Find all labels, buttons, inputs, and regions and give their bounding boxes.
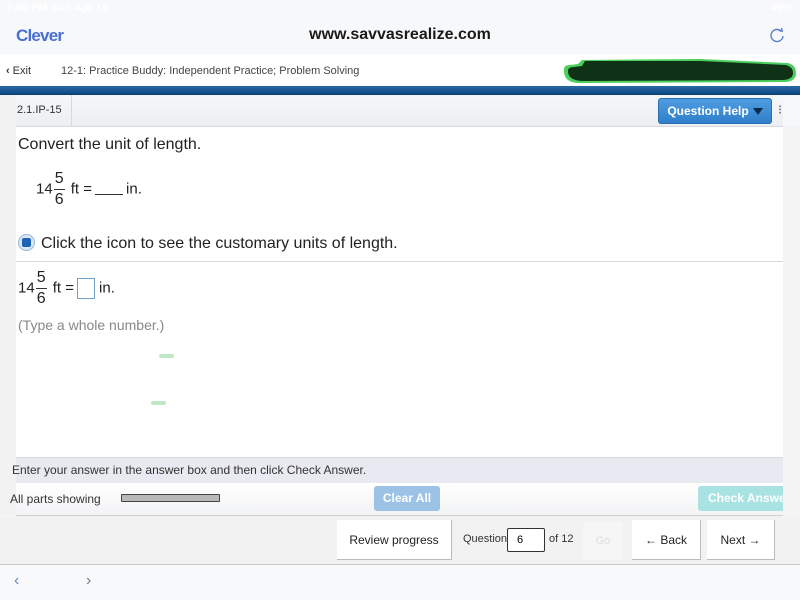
question-total: of 12 (549, 533, 574, 545)
fraction-numerator: 5 (36, 269, 46, 286)
browser-back-icon[interactable]: ‹ (14, 572, 19, 590)
section-divider (16, 261, 783, 262)
caret-down-icon (752, 108, 763, 116)
question-content: Convert the unit of length. 14 5 6 ft = in.… (16, 127, 783, 457)
question-id: 2.1.IP-15 (16, 95, 72, 126)
problem-equation: 14 5 6 ft = in. (36, 171, 142, 208)
clear-all-button[interactable]: Clear All (374, 486, 440, 511)
exit-label: Exit (12, 65, 32, 77)
question-number-input[interactable] (507, 528, 545, 552)
left-gutter (0, 95, 16, 515)
question-label: Question (463, 533, 508, 545)
to-unit: in. (126, 180, 142, 198)
fraction-numerator: 5 (54, 170, 64, 187)
redaction-mark (563, 59, 796, 83)
fraction-denominator: 6 (35, 288, 47, 307)
right-gutter (783, 126, 800, 516)
answer-input[interactable] (77, 278, 96, 299)
exit-button[interactable]: ‹ Exit (6, 65, 31, 77)
from-unit: ft = (52, 279, 75, 297)
browser-bottom-bar: ‹ › (0, 565, 800, 600)
to-unit: in. (99, 279, 115, 297)
from-unit: ft = (70, 180, 93, 198)
next-button[interactable]: Next → (707, 520, 775, 560)
reload-icon[interactable] (768, 26, 786, 44)
reference-icon[interactable] (18, 234, 35, 251)
back-button[interactable]: ← Back (632, 520, 701, 560)
mixed-whole: 14 (36, 180, 53, 198)
question-instruction: Convert the unit of length. (18, 136, 202, 153)
question-nav-bar: Review progress Question of 12 Go ← Back… (0, 516, 800, 565)
parts-progress-bar (121, 494, 220, 502)
answer-format-hint: (Type a whole number.) (18, 317, 165, 333)
review-progress-button[interactable]: Review progress (337, 520, 452, 560)
question-help-button[interactable]: Question Help (658, 98, 772, 124)
instruction-bar: Enter your answer in the answer box and … (12, 457, 783, 484)
blank-line (95, 194, 124, 196)
units-hint-link[interactable]: Click the icon to see the customary unit… (18, 234, 398, 253)
go-button[interactable]: Go (583, 522, 623, 560)
answer-equation: 14 5 6 ft = in. (18, 270, 115, 307)
instruction-text: Enter your answer in the answer box and … (12, 463, 367, 477)
mixed-whole: 14 (18, 279, 35, 297)
highlight-mark (159, 354, 174, 358)
status-battery: 46% (769, 2, 792, 14)
question-header: 2.1.IP-15 Question Help ⁝ (16, 95, 783, 127)
breadcrumb: 12-1: Practice Buddy: Independent Practi… (61, 65, 360, 77)
header-divider (0, 86, 800, 95)
hint-text: Click the icon to see the customary unit… (41, 235, 398, 252)
parts-bar: All parts showing Clear All Check Answer (10, 483, 783, 516)
parts-label: All parts showing (10, 492, 101, 506)
address-bar[interactable]: www.savvasrealize.com (0, 26, 800, 44)
browser-toolbar: Clever www.savvasrealize.com (0, 18, 800, 54)
question-help-label: Question Help (667, 104, 749, 118)
fraction-denominator: 6 (53, 189, 65, 208)
status-bar: 7:40 PM Sun Apr 18 46% (0, 0, 800, 18)
fraction: 56 (35, 269, 47, 307)
fraction: 56 (53, 170, 65, 208)
chevron-left-icon: ‹ (6, 65, 10, 77)
browser-forward-icon[interactable]: › (86, 572, 91, 590)
check-answer-button[interactable]: Check Answer (698, 486, 783, 511)
highlight-mark (151, 401, 166, 405)
more-options-icon[interactable]: ⁝ (778, 102, 782, 118)
status-time: 7:40 PM Sun Apr 18 (6, 2, 109, 14)
